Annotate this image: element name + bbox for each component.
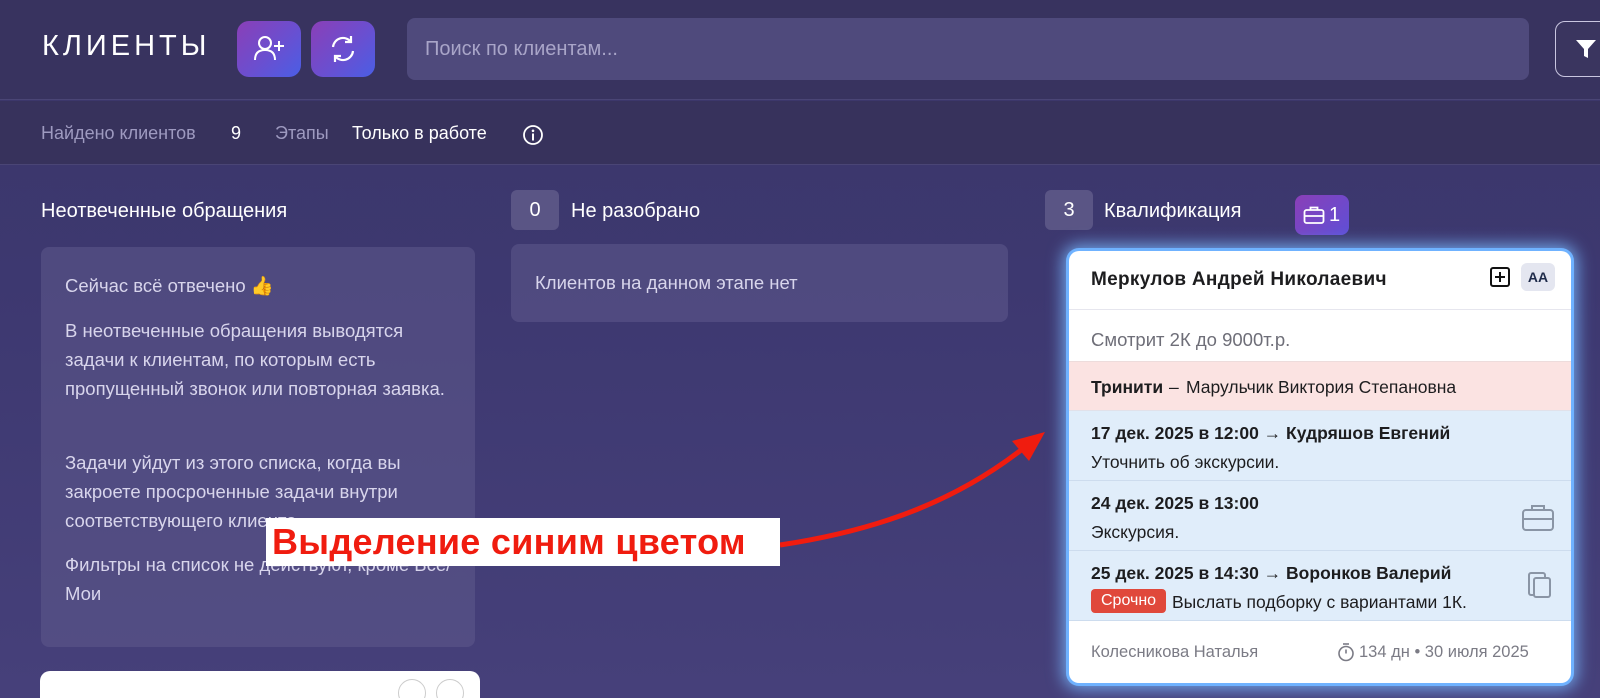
client-card-footer: Колесникова Наталья 134 дн • 30 июля 202…: [1069, 621, 1571, 683]
unanswered-info-1: В неотвеченные обращения выводятся задач…: [65, 320, 445, 399]
refresh-icon: [331, 36, 355, 62]
refresh-button[interactable]: [311, 21, 375, 77]
filter-button[interactable]: [1555, 21, 1600, 77]
timer-icon: [1338, 643, 1354, 662]
unanswered-column-title: Неотвеченные обращения: [41, 200, 288, 222]
partial-icon: [436, 679, 464, 698]
briefcase-icon: [1303, 206, 1325, 224]
client-name[interactable]: Меркулов Андрей Николаевич: [1091, 269, 1387, 291]
task-text: Экскурсия.: [1091, 522, 1180, 542]
page-title: КЛИЕНТЫ: [42, 30, 211, 62]
found-count: 9: [231, 123, 242, 143]
briefcase-count: 1: [1329, 203, 1341, 226]
task-title: 17 дек. 2025 в 12:00 → Кудряшов Евгений: [1091, 423, 1451, 443]
unsorted-empty-text: Клиентов на данном этапе нет: [535, 272, 798, 293]
task-row[interactable]: 24 дек. 2025 в 13:00 Экскурсия.: [1069, 481, 1571, 551]
stages-label: Этапы: [275, 123, 329, 143]
responsible-manager: Колесникова Наталья: [1091, 643, 1259, 661]
filter-icon: [1576, 40, 1596, 58]
partial-card: [40, 671, 480, 698]
info-icon[interactable]: [522, 124, 544, 146]
app-header: КЛИЕНТЫ: [0, 0, 1600, 100]
partial-icon: [398, 679, 426, 698]
agency-person: Марульчик Виктория Степановна: [1186, 377, 1457, 397]
unsorted-column-title: Не разобрано: [571, 200, 701, 222]
briefcase-icon: [1522, 505, 1554, 531]
briefcase-count-badge[interactable]: 1: [1295, 195, 1349, 235]
task-title: 24 дек. 2025 в 13:00: [1091, 493, 1259, 513]
stages-filter[interactable]: Только в работе: [352, 123, 487, 144]
task-row[interactable]: 17 дек. 2025 в 12:00 → Кудряшов Евгений …: [1069, 411, 1571, 481]
task-row[interactable]: 25 дек. 2025 в 14:30 → Воронков Валерий …: [1069, 551, 1571, 621]
add-client-button[interactable]: [237, 21, 301, 77]
agency-name: Тринити: [1091, 377, 1164, 397]
agency-separator: –: [1169, 377, 1179, 397]
unanswered-panel: Сейчас всё отвечено 👍 В неотвеченные обр…: [41, 247, 475, 647]
client-search-input[interactable]: [407, 18, 1529, 80]
stats-bar: Найдено клиентов 9 Этапы Только в работе: [0, 101, 1600, 165]
task-text: Выслать подборку с вариантами 1К.: [1172, 592, 1467, 612]
client-card[interactable]: Меркулов Андрей Николаевич AA Смотрит 2К…: [1069, 251, 1571, 683]
qualification-count: 3: [1045, 190, 1093, 230]
unsorted-count: 0: [511, 190, 559, 230]
unanswered-status: Сейчас всё отвечено 👍: [65, 275, 274, 296]
urgent-badge: Срочно: [1091, 589, 1167, 613]
found-label: Найдено клиентов: [41, 123, 196, 143]
annotation-label: Выделение синим цветом: [266, 518, 780, 566]
client-card-header: Меркулов Андрей Николаевич AA: [1069, 251, 1571, 310]
clipboard-icon: [1528, 572, 1551, 598]
qualification-column-title: Квалификация: [1104, 200, 1242, 222]
agency-row: Тринити – Марульчик Виктория Степановна: [1069, 361, 1571, 411]
user-plus-icon: [254, 36, 284, 61]
task-title: 25 дек. 2025 в 14:30 → Воронков Валерий: [1091, 563, 1452, 583]
add-task-icon[interactable]: [1489, 266, 1511, 288]
initials-badge: AA: [1521, 263, 1555, 291]
client-description: Смотрит 2К до 9000т.р.: [1091, 329, 1291, 350]
task-text: Уточнить об экскурсии.: [1091, 452, 1280, 472]
unsorted-panel: Клиентов на данном этапе нет: [511, 244, 1008, 322]
client-age: 134 дн • 30 июля 2025: [1359, 643, 1529, 661]
